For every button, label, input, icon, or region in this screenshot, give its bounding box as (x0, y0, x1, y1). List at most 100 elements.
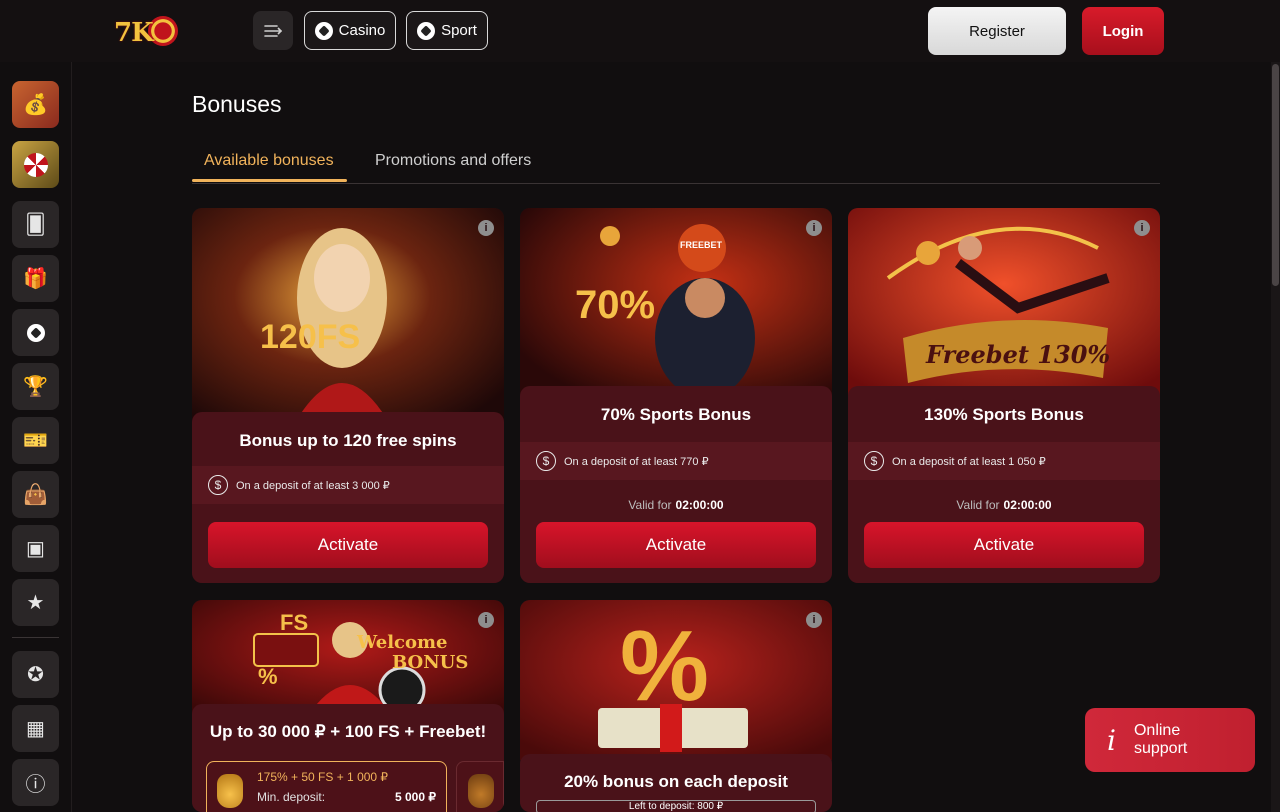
min-deposit-amount: 5 000 ₽ (395, 790, 436, 804)
info-icon: i (1107, 723, 1116, 757)
card-art-text: 120FS (260, 318, 360, 356)
activate-button[interactable]: Activate (536, 522, 816, 568)
sidebar-item-shop[interactable]: 👜 (12, 471, 59, 518)
card-art-gymnast: Freebet 130% (848, 208, 1160, 398)
card-art-text: % (620, 610, 709, 722)
card-art-basketball: FREEBET 70% (520, 208, 832, 398)
register-button[interactable]: Register (928, 7, 1066, 55)
card-title: Up to 30 000 ₽ + 100 FS + Freebet! (209, 722, 487, 741)
bonus-card-free-spins: 120FS i Bonus up to 120 free spins $ On … (192, 208, 504, 583)
card-art-welcome-word: Welcome (356, 632, 448, 653)
card-title: 20% bonus on each deposit (564, 772, 788, 791)
card-art-badge: FREEBET (680, 240, 723, 250)
card-art-welcome: FS Welcome BONUS % (192, 600, 504, 720)
offer-option-next[interactable] (456, 761, 504, 812)
sport-label: Sport (441, 22, 477, 39)
offer-option-selected[interactable]: 175% + 50 FS + 1 000 ₽ Min. deposit: 5 0… (206, 761, 447, 812)
money-bag-icon (468, 774, 494, 808)
deposit-requirement: $ On a deposit of at least 3 000 ₽ (192, 466, 504, 504)
sidebar-item-promo[interactable]: 🎫 (12, 417, 59, 464)
card-art-text: 70% (575, 283, 655, 327)
ticket-icon: 🎫 (23, 430, 48, 452)
left-to-deposit: Left to deposit: 800 ₽ (536, 800, 816, 812)
card-title: Bonus up to 120 free spins (239, 431, 457, 450)
card-art-bonus-word: BONUS (392, 652, 468, 673)
sidebar-item-calendar[interactable]: ▦ (12, 705, 59, 752)
info-icon[interactable]: i (1134, 220, 1150, 236)
dollar-icon: $ (208, 475, 228, 495)
sidebar-item-badge[interactable]: ✪ (12, 651, 59, 698)
cards-icon: 🂠 (25, 214, 46, 236)
soccer-ball-icon (417, 21, 436, 40)
badge-icon: ✪ (27, 664, 44, 686)
scrollbar-thumb[interactable] (1272, 64, 1279, 286)
activate-button[interactable]: Activate (208, 522, 488, 568)
deposit-text: On a deposit of at least 1 050 ₽ (892, 455, 1046, 468)
activate-button[interactable]: Activate (864, 522, 1144, 568)
logo-text: 7K (114, 18, 154, 48)
bonus-card-sports-70: FREEBET 70% i 70% Sports Bonus $ On a de… (520, 208, 832, 583)
menu-toggle-button[interactable] (253, 11, 293, 50)
menu-arrow-icon (264, 24, 283, 37)
sidebar-item-tournaments[interactable]: 🏆 (12, 363, 59, 410)
sidebar-item-events[interactable]: ★ (12, 579, 59, 626)
deposit-requirement: $ On a deposit of at least 1 050 ₽ (848, 442, 1160, 480)
valid-label: Valid for (956, 498, 1000, 512)
tab-promotions-offers[interactable]: Promotions and offers (375, 152, 531, 170)
deposit-text: On a deposit of at least 3 000 ₽ (236, 479, 390, 492)
online-support-button[interactable]: i Online support (1085, 708, 1255, 772)
info-icon: ⓘ (25, 774, 46, 796)
info-icon[interactable]: i (478, 220, 494, 236)
sidebar-item-bonuses[interactable]: 💰 (12, 81, 59, 128)
bonus-bag-icon: 💰 (23, 94, 48, 116)
dollar-icon: $ (864, 451, 884, 471)
card-body: 70% Sports Bonus $ On a deposit of at le… (520, 386, 832, 583)
sidebar-item-wheel[interactable] (12, 141, 59, 188)
valid-label: Valid for (628, 498, 672, 512)
soccer-ball-icon (26, 323, 45, 342)
card-body: 130% Sports Bonus $ On a deposit of at l… (848, 386, 1160, 583)
casino-chip-icon (314, 21, 333, 40)
tab-available-bonuses[interactable]: Available bonuses (204, 152, 334, 170)
top-bar: 7K Casino Sport Register Login (0, 0, 1280, 62)
shop-bag-icon: 👜 (23, 484, 48, 506)
logo[interactable]: 7K (112, 10, 180, 52)
box-icon: ▣ (26, 538, 45, 560)
sidebar-item-gift[interactable]: 🎁 (12, 255, 59, 302)
deposit-requirement: $ On a deposit of at least 770 ₽ (520, 442, 832, 480)
sidebar-item-info[interactable]: ⓘ (12, 759, 59, 806)
sidebar-item-cards[interactable]: 🂠 (12, 201, 59, 248)
casino-button[interactable]: Casino (304, 11, 396, 50)
card-art-text: Freebet 130% (925, 340, 1110, 369)
support-label: Online support (1133, 722, 1188, 757)
trophy-icon: 🏆 (23, 376, 48, 398)
valid-timer: Valid for 02:00:00 (520, 498, 832, 512)
info-icon[interactable]: i (806, 220, 822, 236)
card-title: 70% Sports Bonus (600, 405, 752, 424)
bonus-card-each-deposit: % i 20% bonus on each deposit Left to de… (520, 600, 832, 812)
login-button[interactable]: Login (1082, 7, 1164, 55)
money-bag-icon (217, 774, 243, 808)
bonus-card-sports-130: Freebet 130% i 130% Sports Bonus $ On a … (848, 208, 1160, 583)
calendar-star-icon: ★ (26, 592, 45, 614)
bonus-tabs: Available bonuses Promotions and offers (192, 140, 1160, 184)
sidebar-item-box[interactable]: ▣ (12, 525, 59, 572)
valid-time: 02:00:00 (1003, 498, 1052, 512)
page-title: Bonuses (192, 91, 282, 117)
wheel-icon (23, 152, 48, 177)
calendar-icon: ▦ (26, 718, 45, 740)
card-art-free-spins: 120FS (192, 208, 504, 428)
card-art-percent: % (258, 664, 278, 689)
sport-button[interactable]: Sport (406, 11, 488, 50)
deposit-text: On a deposit of at least 770 ₽ (564, 455, 709, 468)
sidebar: 💰 🂠 🎁 🏆 🎫 👜 ▣ ★ ✪ ▦ ⓘ (0, 62, 72, 812)
sidebar-item-sport[interactable] (12, 309, 59, 356)
info-icon[interactable]: i (806, 612, 822, 628)
card-art-percent: % (520, 600, 832, 760)
casino-label: Casino (338, 22, 386, 39)
active-tab-indicator (192, 179, 347, 182)
dollar-icon: $ (536, 451, 556, 471)
valid-timer: Valid for 02:00:00 (848, 498, 1160, 512)
sidebar-divider (12, 637, 59, 638)
info-icon[interactable]: i (478, 612, 494, 628)
